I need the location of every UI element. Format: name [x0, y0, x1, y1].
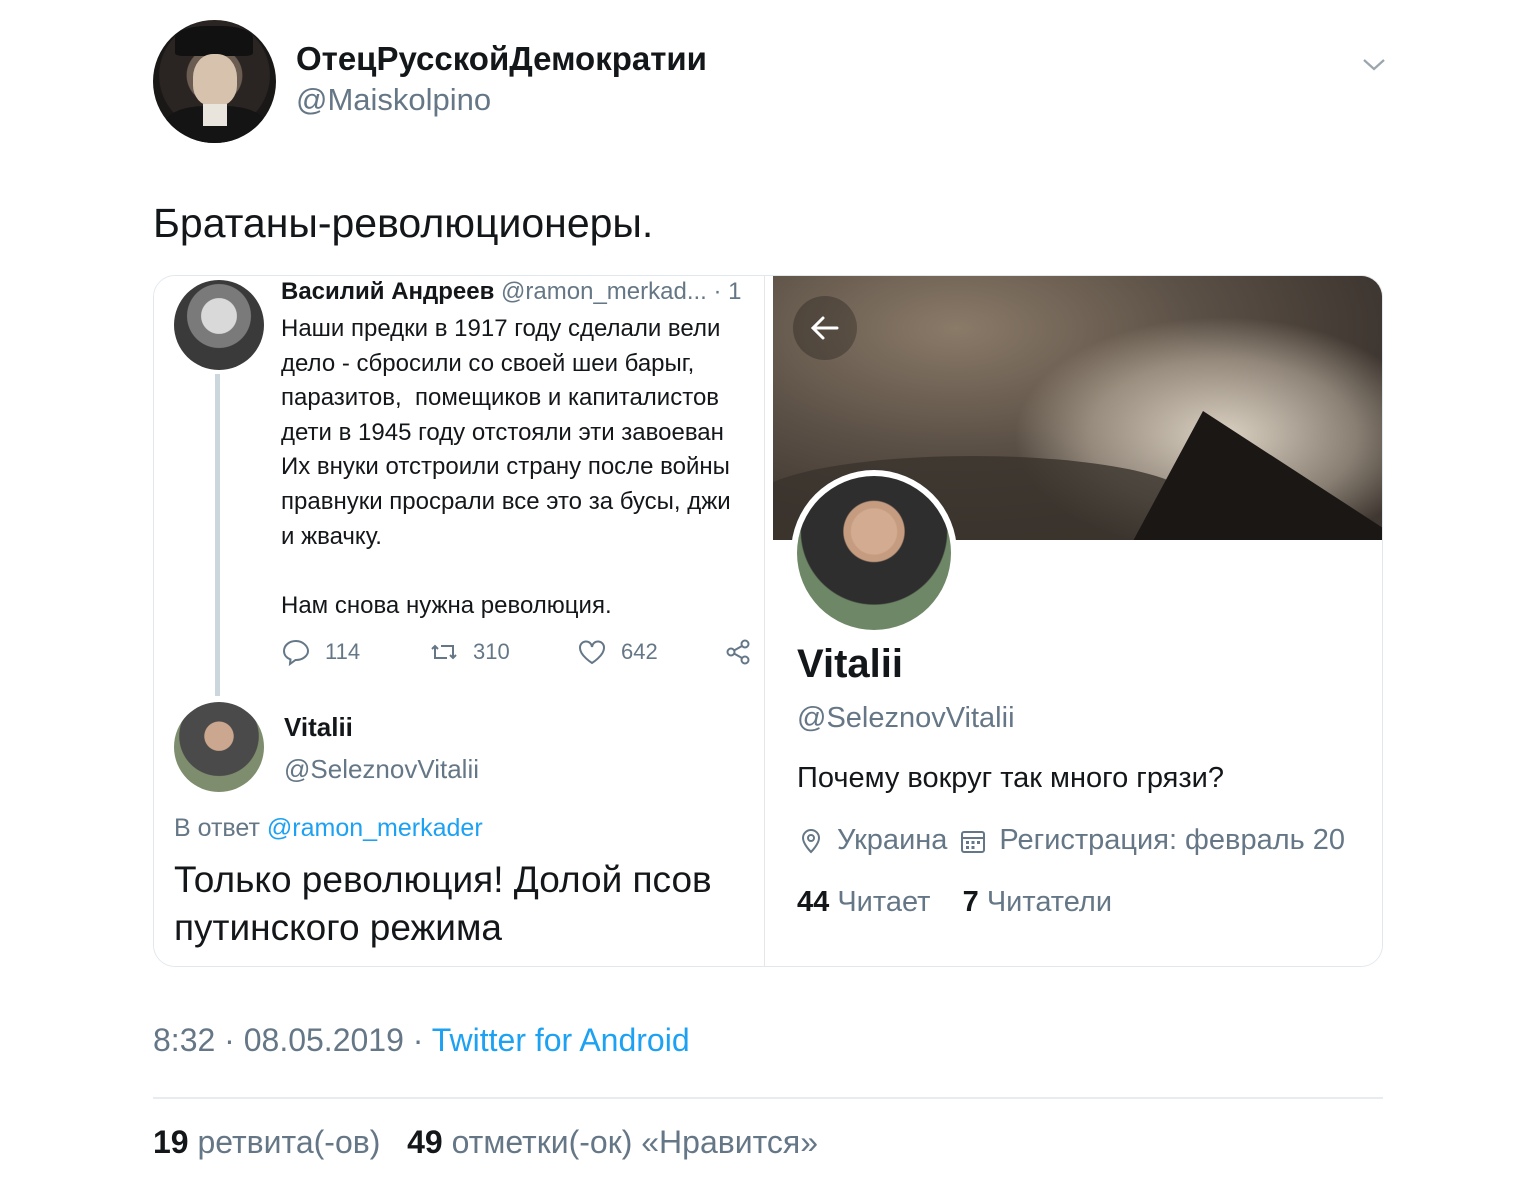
retweet-action: 310 [429, 632, 510, 672]
profile-meta: Украина Регистрация: февраль 20 [797, 824, 1345, 857]
original-handle: @ramon_merkad... · 1 [501, 278, 742, 305]
tweet-timestamp[interactable]: 8:32 · 08.05.2019 · Twitter for Android [153, 1022, 690, 1059]
back-button [793, 296, 857, 360]
profile-handle: @SeleznovVitalii [797, 702, 1015, 734]
tweet-time: 8:32 [153, 1022, 216, 1058]
reply-to-line: В ответ @ramon_merkader [174, 814, 483, 843]
reply-action: 114 [281, 632, 360, 672]
reply-to-handle: @ramon_merkader [266, 814, 483, 842]
profile-stats: 44 Читает 7 Читатели [797, 886, 1112, 919]
ts-separator-2: · [403, 1022, 432, 1058]
chevron-down-icon[interactable] [1360, 50, 1388, 78]
reply-text: Только революция! Долой псов путинского … [174, 859, 712, 948]
original-actions: 114 310 642 [281, 632, 761, 672]
profile-name: Vitalii [797, 642, 903, 686]
tweet-source-link[interactable]: Twitter for Android [432, 1022, 690, 1058]
reply-avatar [174, 702, 264, 792]
original-avatar [174, 280, 264, 370]
tweet-date: 08.05.2019 [243, 1022, 404, 1058]
like-icon [579, 640, 605, 665]
tweet-text: Братаны-революционеры. [153, 200, 654, 246]
ts-separator-1: · [215, 1022, 244, 1058]
profile-avatar [791, 470, 957, 636]
original-author: Василий Андреев @ramon_merkad... · 1 [281, 278, 742, 306]
likes-count[interactable]: 49 [407, 1124, 443, 1160]
profile-location: Украина [837, 824, 948, 856]
retweet-icon [431, 644, 457, 660]
author-display-name[interactable]: ОтецРусскойДемократии [296, 40, 707, 78]
following-count: 44 [797, 886, 830, 918]
followers-label: Читатели [986, 886, 1113, 918]
like-count: 642 [621, 639, 658, 664]
author-avatar[interactable] [153, 20, 276, 143]
reply-to-prefix: В ответ [174, 814, 267, 842]
share-action [723, 632, 753, 672]
tweet-media[interactable]: Василий Андреев @ramon_merkad... · 1 Наш… [153, 275, 1383, 967]
location-icon [801, 828, 821, 853]
original-name: Василий Андреев [281, 278, 495, 305]
retweet-count: 310 [473, 639, 510, 664]
screenshot-profile: Vitalii @SeleznovVitalii Почему вокруг т… [773, 276, 1382, 966]
profile-joined: Регистрация: февраль 20 [999, 824, 1346, 856]
footer-divider [153, 1097, 1383, 1099]
media-divider [764, 276, 773, 966]
following-label: Читает [837, 886, 931, 918]
thread-line [215, 374, 220, 696]
reply-icon [282, 639, 310, 667]
author-handle[interactable]: @Maiskolpino [296, 82, 491, 118]
reply-count: 114 [325, 639, 361, 664]
followers-count: 7 [962, 886, 979, 918]
retweets-label[interactable]: ретвита(-ов) [197, 1124, 380, 1160]
like-action: 642 [577, 632, 658, 672]
share-icon [726, 639, 750, 665]
profile-bio: Почему вокруг так много грязи? [797, 762, 1224, 794]
reply-name: Vitalii [284, 712, 353, 742]
reply-handle: @SeleznovVitalii [284, 754, 480, 784]
screenshot-thread: Василий Андреев @ramon_merkad... · 1 Наш… [154, 276, 764, 966]
likes-label[interactable]: отметки(-ок) «Нравится» [452, 1124, 818, 1160]
original-body: Наши предки в 1917 году сделали вели дел… [281, 315, 731, 619]
back-arrow-icon [810, 316, 839, 340]
calendar-icon [961, 830, 986, 853]
retweets-count[interactable]: 19 [153, 1124, 189, 1160]
engagement-counts: 19 ретвита(-ов) 49 отметки(-ок) «Нравитс… [153, 1124, 818, 1161]
